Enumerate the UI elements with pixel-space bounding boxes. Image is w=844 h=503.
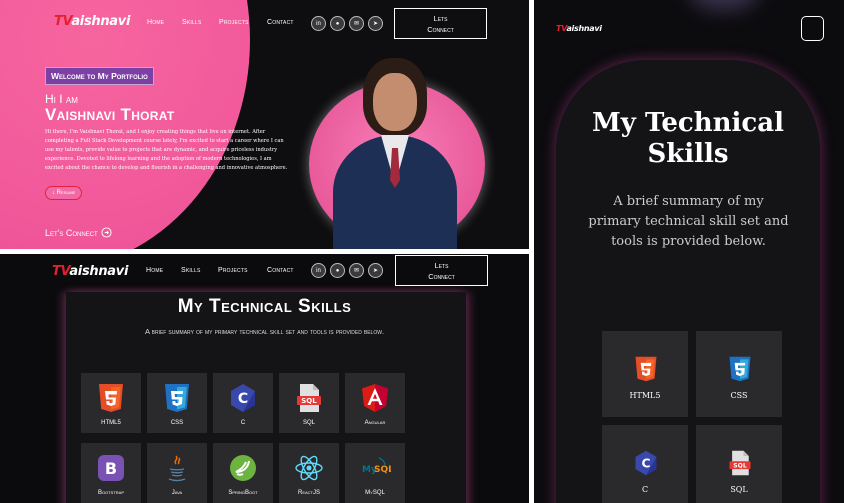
hero-section: TVaishnavi Home Skills Projects Contact … — [0, 0, 529, 249]
telegram-icon[interactable]: ➤ — [368, 263, 383, 278]
svg-text:B: B — [105, 459, 117, 478]
cta-line1: Lets — [433, 14, 448, 23]
mail-icon[interactable]: ✉ — [349, 16, 364, 31]
resume-button[interactable]: ↓ Resume — [45, 186, 83, 200]
svg-text:C: C — [238, 391, 248, 407]
skill-tile-java: Java — [147, 443, 207, 503]
skills-subtitle: A brief summary of my primary technical … — [144, 327, 385, 336]
skills-section-desktop: TVaishnavi Home Skills Projects Contact … — [0, 254, 529, 503]
nav-home[interactable]: Home — [147, 19, 164, 26]
skill-tile-bootstrap: B Bootstrap — [81, 443, 141, 503]
skill-label: SQL — [302, 420, 315, 426]
svg-text:SQL: SQL — [374, 465, 391, 475]
css3-icon — [161, 382, 193, 414]
skill-tile-mobile-css: CSS — [696, 331, 782, 417]
springboot-icon — [227, 452, 259, 484]
skill-label: HTML5 — [629, 391, 661, 400]
nav-home[interactable]: Home — [146, 267, 163, 274]
skill-tile-reactjs: ReactJS — [279, 443, 339, 503]
skills-section-mobile: TVaishnavi My Technical Skills A brief s… — [534, 0, 844, 503]
site-logo[interactable]: TVaishnavi — [54, 14, 130, 29]
title-line2: Skills — [647, 139, 729, 169]
skill-label: C — [240, 420, 246, 426]
css3-icon — [726, 355, 754, 383]
nav-skills[interactable]: Skills — [182, 19, 202, 26]
logo-mark: TV — [556, 24, 567, 33]
title-line1: My Technical — [592, 108, 784, 138]
site-logo[interactable]: TVaishnavi — [556, 24, 602, 33]
skill-tile-c: CC — [213, 373, 273, 433]
skill-label: Angular — [364, 420, 386, 426]
angular-icon — [359, 382, 391, 414]
skill-label: MySQL — [365, 490, 385, 496]
skill-tile-mobile-sql: SQL SQL — [696, 425, 782, 503]
nav-contact[interactable]: Contact — [267, 19, 294, 26]
cta-line2: Connect — [427, 25, 454, 34]
github-icon[interactable]: ● — [330, 16, 345, 31]
navbar: TVaishnavi — [54, 14, 130, 29]
skill-label: HTML5 — [101, 420, 121, 426]
skill-label: CSS — [730, 391, 748, 400]
skills-title: My Technical Skills — [177, 296, 352, 317]
skill-tile-springboot: SpringBoot — [213, 443, 273, 503]
logo-text: aishnavi — [69, 264, 129, 279]
skill-tile-mobile-html5: HTML5 — [602, 331, 688, 417]
logo-text: aishnavi — [71, 14, 131, 29]
skills-subtitle-mobile: A brief summary of my primary technical … — [588, 194, 789, 249]
skill-tile-angular: Angular — [345, 373, 405, 433]
lets-connect-button[interactable]: Lets Connect — [395, 255, 488, 286]
linkedin-icon[interactable]: in — [311, 263, 326, 278]
svg-text:SQL: SQL — [733, 462, 747, 469]
hero-greeting: Hi I am — [45, 92, 78, 106]
cta-line1: Lets — [434, 261, 449, 270]
background-glow — [689, 0, 759, 10]
sql-icon: SQL — [293, 382, 325, 414]
skill-tile-mysql: MySQL MySQL — [345, 443, 405, 503]
skill-label: CSS — [170, 420, 184, 426]
skill-tile-css: CSS — [147, 373, 207, 433]
skill-tile-mobile-c: CC — [602, 425, 688, 503]
c-icon: C — [632, 449, 660, 477]
react-icon — [293, 452, 325, 484]
github-icon[interactable]: ● — [330, 263, 345, 278]
arrow-right-circle-icon — [101, 227, 112, 238]
lets-connect-button[interactable]: Lets Connect — [394, 8, 487, 39]
logo-text: aishnavi — [566, 24, 602, 33]
html5-icon — [632, 355, 660, 383]
svg-text:C: C — [642, 456, 651, 470]
logo-mark: TV — [54, 14, 72, 29]
skill-label: Bootstrap — [97, 490, 124, 496]
nav-projects[interactable]: Projects — [218, 267, 248, 274]
menu-toggle-button[interactable] — [801, 16, 824, 41]
nav-skills[interactable]: Skills — [181, 267, 201, 274]
c-icon: C — [227, 382, 259, 414]
skill-label: Java — [171, 490, 183, 496]
hero-bio: Hi there, I'm Vaishnavi Thorat, and I en… — [45, 129, 288, 171]
skill-tile-sql: SQL SQL — [279, 373, 339, 433]
site-logo[interactable]: TVaishnavi — [52, 264, 128, 279]
java-icon — [161, 452, 193, 484]
sql-icon: SQL — [726, 449, 754, 477]
welcome-badge: Welcome to My Portfolio — [45, 67, 154, 85]
linkedin-icon[interactable]: in — [311, 16, 326, 31]
cta-line2: Connect — [428, 272, 455, 281]
skill-tile-html5: HTML5 — [81, 373, 141, 433]
skill-label: SQL — [730, 485, 748, 494]
mail-icon[interactable]: ✉ — [349, 263, 364, 278]
skill-label: SpringBoot — [228, 490, 258, 496]
bootstrap-icon: B — [95, 452, 127, 484]
skills-title-mobile: My Technical Skills — [556, 108, 820, 170]
telegram-icon[interactable]: ➤ — [368, 16, 383, 31]
skill-label: ReactJS — [297, 490, 320, 496]
lets-connect-link[interactable]: Let's Connect — [45, 227, 112, 238]
svg-text:SQL: SQL — [301, 397, 317, 405]
skill-label: C — [641, 485, 649, 494]
hero-name: Vaishnavi Thorat — [45, 105, 175, 124]
nav-contact[interactable]: Contact — [267, 267, 294, 274]
mysql-icon: MySQL — [359, 452, 394, 484]
html5-icon — [95, 382, 127, 414]
nav-projects[interactable]: Projects — [219, 19, 249, 26]
connect-label: Let's Connect — [45, 227, 98, 238]
logo-mark: TV — [52, 264, 70, 279]
